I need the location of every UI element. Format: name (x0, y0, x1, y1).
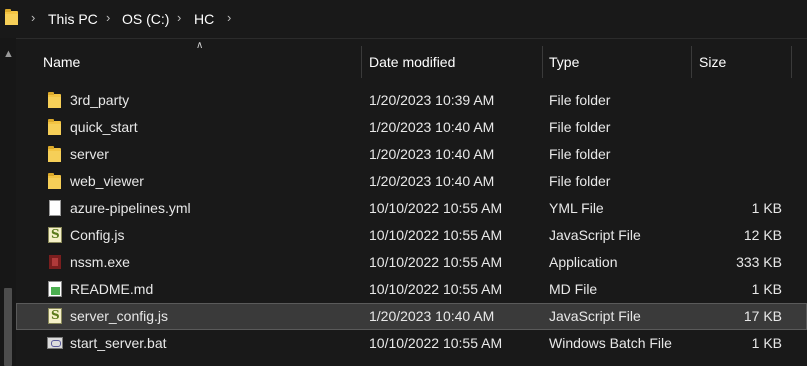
address-bar[interactable]: › This PC › OS (C:) › HC › (0, 0, 807, 39)
file-date-modified: 10/10/2022 10:55 AM (369, 335, 503, 351)
file-row-server-config-js[interactable]: server_config.js 1/20/2023 10:40 AM Java… (16, 303, 807, 330)
application-icon (47, 254, 63, 271)
file-row-start-server-bat[interactable]: start_server.bat 10/10/2022 10:55 AM Win… (16, 330, 807, 357)
file-type: YML File (549, 200, 604, 216)
breadcrumb-os-c[interactable]: OS (C:) (122, 10, 169, 28)
file-date-modified: 1/20/2023 10:40 AM (369, 146, 495, 162)
column-header-size[interactable]: Size (699, 44, 726, 80)
chevron-right-icon[interactable]: › (31, 10, 35, 25)
chevron-right-icon[interactable]: › (227, 10, 231, 25)
folder-icon (47, 173, 63, 190)
file-type: File folder (549, 119, 611, 135)
javascript-file-icon (47, 308, 63, 325)
file-name: web_viewer (70, 173, 144, 189)
file-date-modified: 10/10/2022 10:55 AM (369, 227, 503, 243)
file-name: quick_start (70, 119, 138, 135)
file-date-modified: 10/10/2022 10:55 AM (369, 254, 503, 270)
file-date-modified: 1/20/2023 10:40 AM (369, 308, 495, 324)
file-type: JavaScript File (549, 227, 641, 243)
file-type: JavaScript File (549, 308, 641, 324)
scroll-up-arrow-icon[interactable]: ▲ (3, 48, 14, 60)
file-row-server[interactable]: server 1/20/2023 10:40 AM File folder (16, 141, 807, 168)
folder-icon (47, 92, 63, 109)
file-name: nssm.exe (70, 254, 130, 270)
batch-file-icon (47, 335, 63, 352)
file-size: 1 KB (751, 335, 782, 351)
folder-icon (47, 119, 63, 136)
document-icon (47, 200, 63, 217)
markdown-file-icon (47, 281, 63, 298)
file-type: MD File (549, 281, 598, 297)
file-type: File folder (549, 173, 611, 189)
scrollbar-thumb[interactable] (4, 288, 12, 366)
file-date-modified: 10/10/2022 10:55 AM (369, 281, 503, 297)
file-row-3rd-party[interactable]: 3rd_party 1/20/2023 10:39 AM File folder (16, 87, 807, 114)
file-name: 3rd_party (70, 92, 130, 108)
column-header-row: ∧ Name Date modified Type Size (16, 40, 807, 80)
chevron-right-icon[interactable]: › (106, 10, 110, 25)
file-date-modified: 1/20/2023 10:39 AM (369, 92, 495, 108)
file-type: File folder (549, 92, 611, 108)
file-row-readme-md[interactable]: README.md 10/10/2022 10:55 AM MD File 1 … (16, 276, 807, 303)
file-row-web-viewer[interactable]: web_viewer 1/20/2023 10:40 AM File folde… (16, 168, 807, 195)
chevron-right-icon[interactable]: › (177, 10, 181, 25)
file-type: File folder (549, 146, 611, 162)
file-size: 17 KB (743, 308, 782, 324)
file-row-azure-pipelines[interactable]: azure-pipelines.yml 10/10/2022 10:55 AM … (16, 195, 807, 222)
column-header-name[interactable]: Name (43, 44, 80, 80)
folder-icon (47, 146, 63, 163)
column-divider[interactable] (791, 46, 792, 78)
file-name: azure-pipelines.yml (70, 200, 191, 216)
folder-icon (5, 9, 18, 26)
file-row-nssm-exe[interactable]: nssm.exe 10/10/2022 10:55 AM Application… (16, 249, 807, 276)
column-divider[interactable] (691, 46, 692, 78)
file-type: Application (549, 254, 618, 270)
file-type: Windows Batch File (549, 335, 672, 351)
file-name: server (70, 146, 109, 162)
file-name: Config.js (70, 227, 125, 243)
column-header-type[interactable]: Type (549, 44, 579, 80)
breadcrumb-hc[interactable]: HC (194, 10, 214, 28)
file-size: 1 KB (751, 281, 782, 297)
file-list: 3rd_party 1/20/2023 10:39 AM File folder… (16, 87, 807, 357)
javascript-file-icon (47, 227, 63, 244)
file-size: 1 KB (751, 200, 782, 216)
column-divider[interactable] (361, 46, 362, 78)
file-name: README.md (70, 281, 154, 297)
file-date-modified: 1/20/2023 10:40 AM (369, 119, 495, 135)
file-row-config-js[interactable]: Config.js 10/10/2022 10:55 AM JavaScript… (16, 222, 807, 249)
file-name: start_server.bat (70, 335, 167, 351)
column-divider[interactable] (542, 46, 543, 78)
file-size: 12 KB (743, 227, 782, 243)
file-size: 333 KB (736, 254, 782, 270)
breadcrumb-this-pc[interactable]: This PC (48, 10, 98, 28)
file-name: server_config.js (70, 308, 169, 324)
file-date-modified: 10/10/2022 10:55 AM (369, 200, 503, 216)
file-date-modified: 1/20/2023 10:40 AM (369, 173, 495, 189)
column-header-date-modified[interactable]: Date modified (369, 44, 455, 80)
sort-ascending-icon: ∧ (196, 40, 204, 51)
file-row-quick-start[interactable]: quick_start 1/20/2023 10:40 AM File fold… (16, 114, 807, 141)
